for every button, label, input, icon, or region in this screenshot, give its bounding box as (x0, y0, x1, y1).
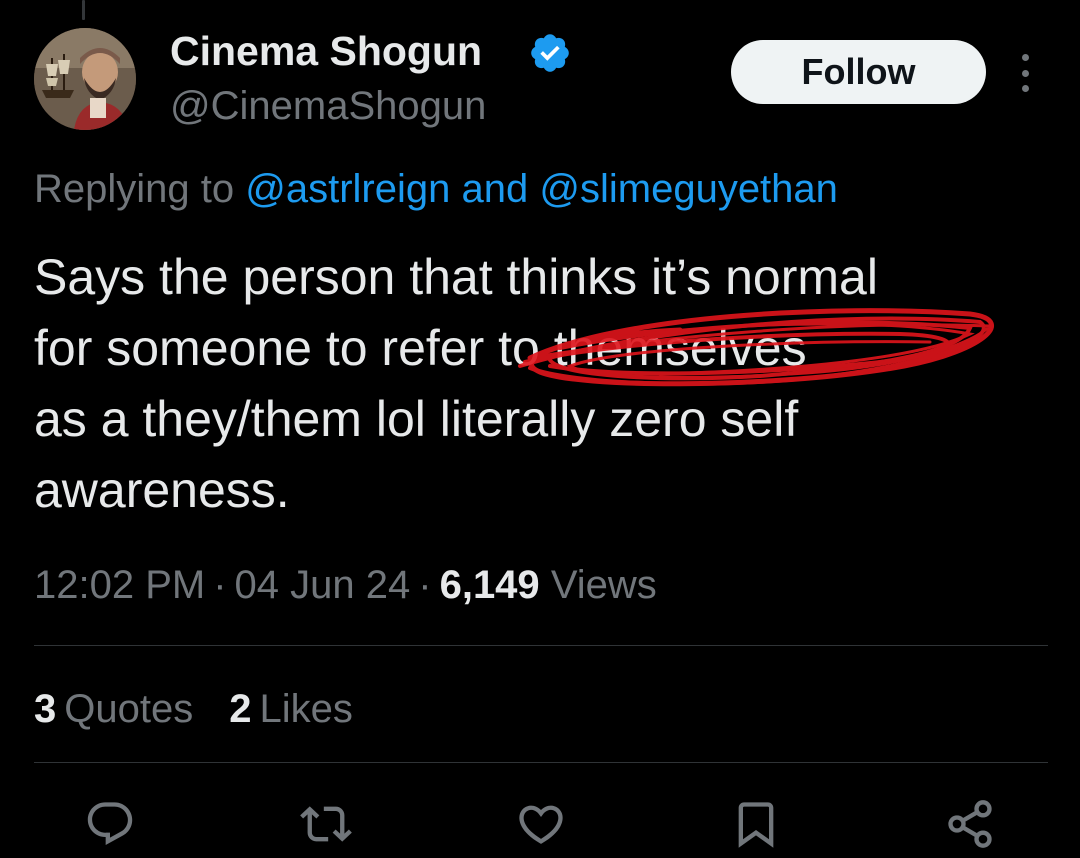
mention-link[interactable]: @slimeguyethan (539, 167, 838, 211)
verified-badge-icon (531, 34, 569, 72)
replying-to-label: Replying to (34, 167, 235, 211)
share-button[interactable] (942, 796, 998, 852)
likes-count: 2 (229, 687, 252, 731)
avatar[interactable] (34, 28, 136, 130)
author-name[interactable]: Cinema Shogun (170, 26, 482, 76)
replying-to-joiner: and (461, 167, 529, 211)
tweet-detail: Cinema Shogun @CinemaShogun Follow Reply… (0, 0, 1080, 858)
tweet-meta: 12:02 PM · 04 Jun 24 · 6,149 Views (34, 560, 657, 610)
meta-separator: · (213, 563, 227, 607)
reply-icon (87, 802, 133, 846)
mention-link[interactable]: @astrlreign (245, 167, 450, 211)
bookmark-button[interactable] (728, 796, 784, 852)
follow-button[interactable]: Follow (731, 40, 986, 104)
quotes-count: 3 (34, 687, 57, 731)
share-icon (948, 800, 992, 848)
retweet-icon (300, 806, 352, 842)
tweet-text-line: Says the person that thinks it’s normal (34, 249, 878, 305)
thread-connector-line (82, 0, 85, 20)
divider (34, 645, 1048, 646)
divider (34, 762, 1048, 763)
replying-to-line: Replying to @astrlreign and @slimeguyeth… (34, 164, 838, 214)
reply-button[interactable] (82, 796, 138, 852)
bookmark-icon (738, 802, 774, 848)
quotes-label: Quotes (64, 687, 194, 731)
more-options-icon[interactable] (1010, 48, 1040, 98)
tweet-text-line: for someone to refer to themselves (34, 320, 807, 376)
tweet-time[interactable]: 12:02 PM (34, 563, 205, 607)
tweet-date[interactable]: 04 Jun 24 (235, 563, 411, 607)
tweet-text: Says the person that thinks it’s normal … (34, 242, 1044, 526)
retweet-button[interactable] (298, 796, 354, 852)
views-count: 6,149 (439, 563, 540, 607)
likes-stat[interactable]: 2 Likes (229, 684, 353, 734)
author-handle[interactable]: @CinemaShogun (170, 82, 486, 130)
quotes-stat[interactable]: 3 Quotes (34, 684, 193, 734)
meta-separator: · (418, 563, 432, 607)
engagement-stats: 3 Quotes 2 Likes (34, 684, 353, 734)
views-label: Views (550, 563, 657, 607)
like-button[interactable] (513, 796, 569, 852)
tweet-text-line: awareness. (34, 462, 290, 518)
tweet-text-line: as a they/them lol literally zero self (34, 391, 799, 447)
like-icon (519, 805, 563, 844)
likes-label: Likes (259, 687, 353, 731)
